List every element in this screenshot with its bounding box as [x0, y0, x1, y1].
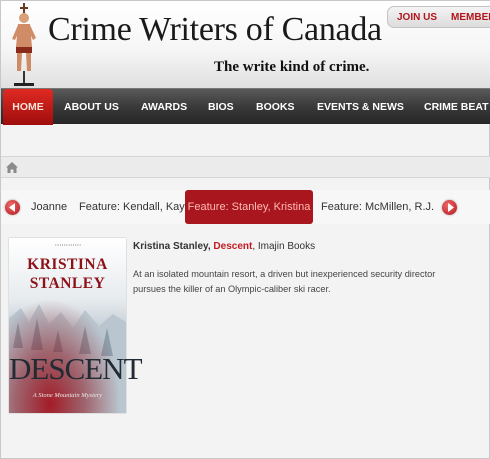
carousel-prev-button[interactable] [5, 200, 20, 215]
book-publisher: , Imajin Books [252, 241, 316, 252]
join-us-link[interactable]: JOIN US [397, 12, 437, 23]
nav-books[interactable]: BOOKS [256, 89, 295, 125]
cover-author: KRISTINA STANLEY [9, 255, 126, 293]
cover-author-first: KRISTINA [27, 256, 108, 273]
top-links: JOIN US MEMBER [387, 6, 490, 28]
nav-awards[interactable]: AWARDS [141, 89, 187, 125]
cover-blurb: • • • • • • • • • • • • [55, 243, 81, 247]
carousel-item[interactable]: Feature: McMillen, R.J. [321, 190, 434, 224]
site-tagline: The write kind of crime. [214, 59, 370, 75]
cover-series: A Stone Mountain Mystery [32, 392, 103, 399]
carousel-item[interactable]: Feature: Kendall, Kay [79, 190, 185, 224]
chevron-right-icon [448, 203, 454, 212]
book-cover-image[interactable]: • • • • • • • • • • • • KRISTINA STANLEY… [9, 238, 143, 413]
book-meta: Kristina Stanley, Descent, Imajin Books [133, 241, 315, 252]
breadcrumb [1, 156, 490, 178]
nav-crime-beat[interactable]: CRIME BEAT [424, 89, 489, 125]
site-header: Crime Writers of Canada The write kind o… [1, 1, 490, 88]
carousel-item-active[interactable]: Feature: Stanley, Kristina [185, 190, 313, 224]
book-separator: , [207, 241, 211, 252]
book-author: Kristina Stanley [133, 241, 208, 252]
feature-carousel: Joanne Feature: Kendall, Kay Feature: St… [1, 190, 490, 224]
members-link[interactable]: MEMBER [451, 12, 490, 23]
nav-bios[interactable]: BIOS [208, 89, 234, 125]
cover-title: DESCENT [9, 351, 143, 386]
book-description: At an isolated mountain resort, a driven… [133, 269, 436, 294]
cover-author-last: STANLEY [29, 275, 106, 292]
gallows-figure-logo[interactable] [6, 3, 42, 89]
nav-events-news[interactable]: EVENTS & NEWS [317, 89, 404, 125]
carousel-next-button[interactable] [442, 200, 457, 215]
book-title-link[interactable]: Descent [213, 241, 252, 252]
nav-about-us[interactable]: ABOUT US [64, 89, 119, 125]
carousel-item[interactable]: Joanne [31, 190, 67, 224]
nav-home[interactable]: HOME [3, 89, 53, 125]
site-title[interactable]: Crime Writers of Canada [48, 11, 382, 49]
home-icon[interactable] [5, 161, 19, 174]
main-nav: HOME ABOUT US AWARDS BIOS BOOKS EVENTS &… [1, 88, 490, 125]
chevron-left-icon [9, 203, 15, 212]
